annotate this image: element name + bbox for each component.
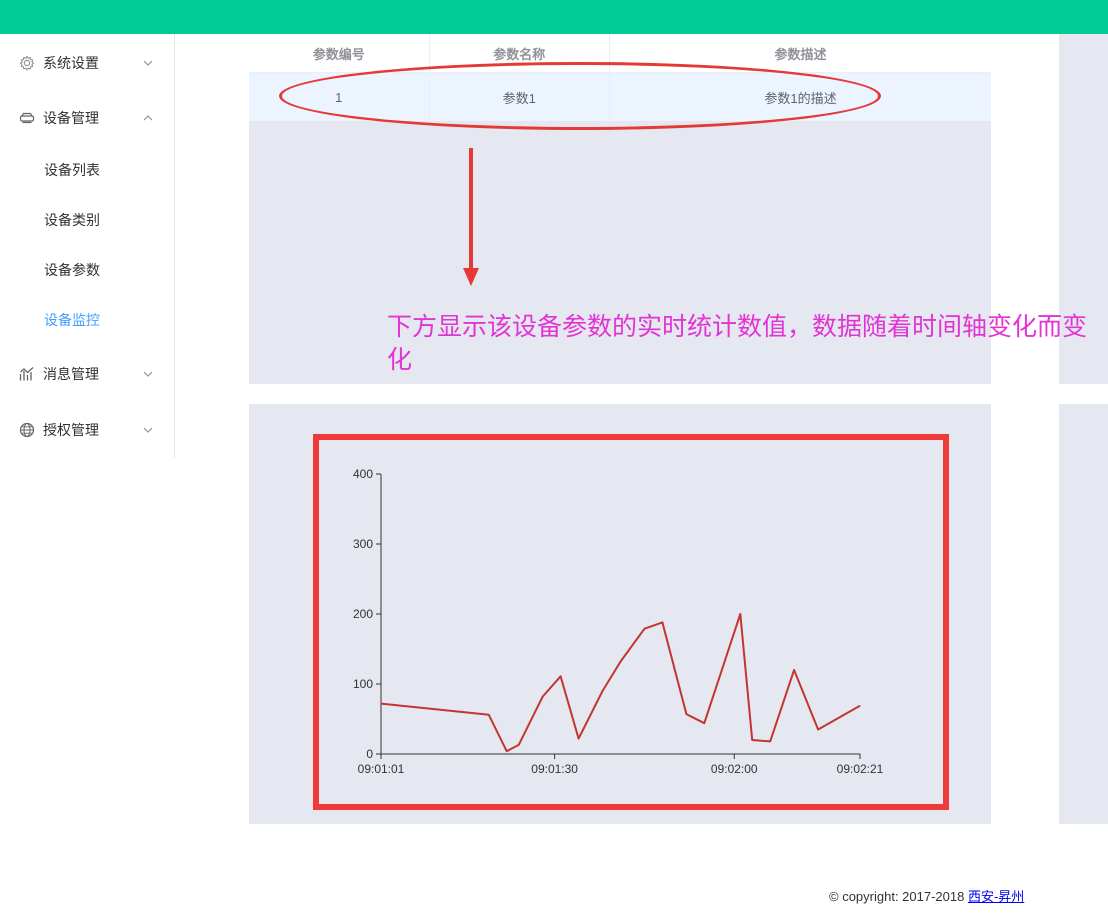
- annotation-ellipse: [279, 62, 881, 130]
- gear-icon: [19, 55, 35, 71]
- top-header-bar: [0, 0, 1108, 34]
- menu-label: 消息管理: [43, 366, 99, 382]
- footer-copyright: © copyright: 2017-2018 西安-昇州: [829, 886, 1024, 905]
- menu-label: 设备管理: [43, 110, 99, 126]
- footer-link[interactable]: 西安-昇州: [968, 889, 1024, 904]
- chevron-down-icon: [142, 57, 154, 69]
- submenu-item-device-parameters[interactable]: 设备参数: [0, 245, 174, 295]
- data-point: [542, 696, 544, 698]
- data-point: [769, 740, 771, 742]
- x-tick-label: 09:02:00: [711, 762, 758, 776]
- data-point: [560, 675, 562, 677]
- submenu-label: 设备列表: [44, 162, 100, 178]
- device-icon: [19, 110, 35, 126]
- data-point: [506, 750, 508, 752]
- y-tick-label: 300: [353, 537, 373, 551]
- data-point: [488, 714, 490, 716]
- x-tick-label: 09:01:01: [358, 762, 405, 776]
- realtime-line-chart: 0 100 200 300 400 09:01:01 09:01:30 09:02:00 09:…: [353, 467, 884, 776]
- x-tick-label: 09:02:21: [837, 762, 884, 776]
- data-point: [620, 661, 621, 663]
- data-point: [859, 705, 861, 707]
- data-point: [703, 722, 705, 724]
- menu-item-system-settings[interactable]: 系统设置: [0, 38, 174, 88]
- data-point: [643, 628, 645, 630]
- submenu-label: 设备监控: [44, 312, 100, 328]
- data-point: [578, 738, 580, 740]
- copyright-text: © copyright: 2017-2018: [829, 889, 968, 904]
- data-point: [661, 621, 663, 623]
- y-tick-label: 400: [353, 467, 373, 481]
- submenu-label: 设备参数: [44, 262, 100, 278]
- submenu-label: 设备类别: [44, 212, 100, 228]
- annotation-arrow-shaft: [469, 148, 473, 270]
- data-point: [685, 713, 687, 715]
- menu-item-device-management[interactable]: 设备管理: [0, 93, 174, 143]
- data-point: [817, 729, 819, 730]
- submenu-item-device-list[interactable]: 设备列表: [0, 145, 174, 195]
- data-point: [739, 613, 741, 615]
- submenu-item-device-monitor[interactable]: 设备监控: [0, 295, 174, 345]
- x-tick-label: 09:01:30: [531, 762, 578, 776]
- menu-label: 授权管理: [43, 422, 99, 438]
- chevron-down-icon: [142, 424, 154, 436]
- menu-item-authorization-management[interactable]: 授权管理: [0, 405, 174, 455]
- data-point: [380, 703, 382, 705]
- y-tick-label: 100: [353, 677, 373, 691]
- sidebar-menu: 系统设置 设备管理 设备列表 设备类别 设备参数 设备监控 消息管理 授权管理: [0, 34, 175, 458]
- chevron-down-icon: [142, 368, 154, 380]
- chart-icon: [19, 366, 35, 382]
- column-header-param-id: 参数编号: [249, 34, 430, 72]
- data-point: [518, 744, 520, 746]
- data-point: [602, 690, 604, 692]
- y-tick-label: 0: [366, 747, 373, 761]
- data-point: [751, 739, 753, 741]
- menu-label: 系统设置: [43, 55, 99, 71]
- data-point: [793, 669, 795, 671]
- annotation-arrow-head: [463, 268, 479, 286]
- globe-icon: [19, 422, 35, 438]
- side-panel-bottom: [1059, 404, 1108, 824]
- submenu-item-device-category[interactable]: 设备类别: [0, 195, 174, 245]
- chevron-up-icon: [142, 112, 154, 124]
- y-tick-label: 200: [353, 607, 373, 621]
- menu-item-message-management[interactable]: 消息管理: [0, 349, 174, 399]
- series-line: [380, 613, 861, 753]
- annotation-text: 下方显示该设备参数的实时统计数值，数据随着时间轴变化而变化: [387, 312, 1088, 374]
